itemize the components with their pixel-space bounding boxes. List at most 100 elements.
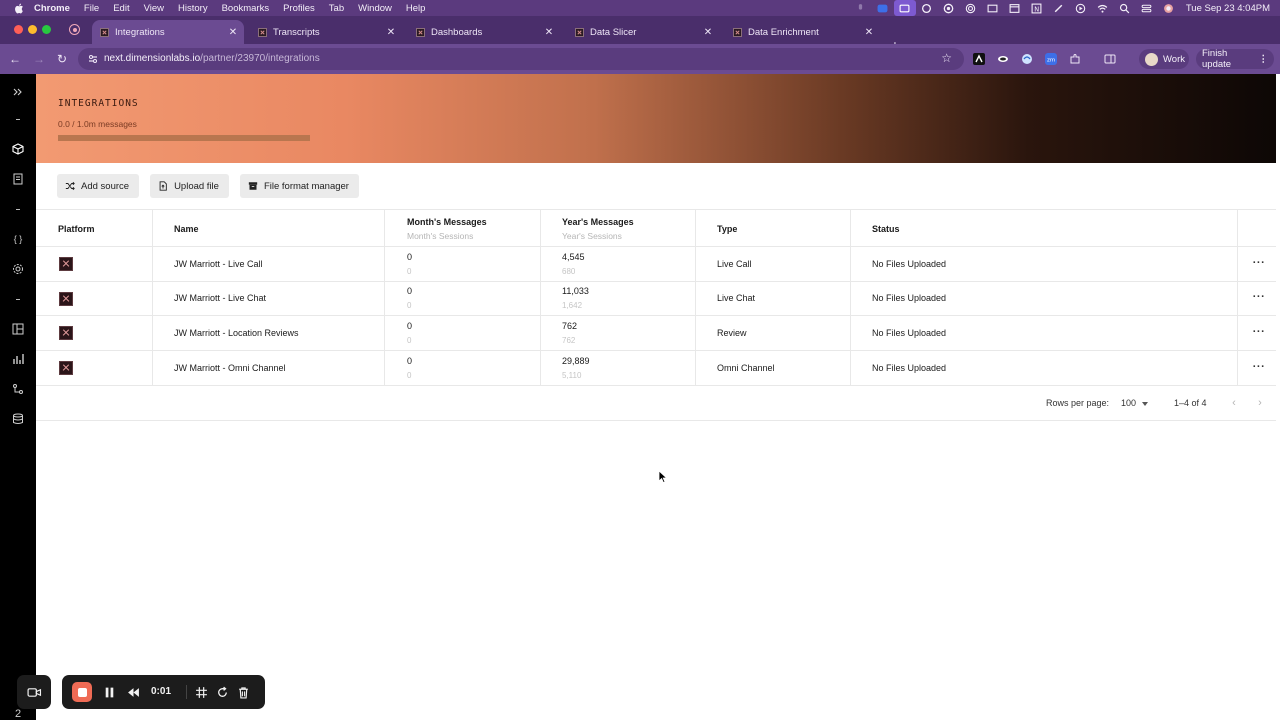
wifi-icon[interactable] [1092, 0, 1114, 16]
platform-logo-icon [59, 326, 73, 340]
address-bar[interactable]: next.dimensionlabs.io/partner/23970/inte… [78, 48, 964, 70]
year-messages-value: 762 [562, 321, 578, 331]
menubar-file[interactable]: File [84, 3, 99, 14]
reload-button[interactable]: ↻ [54, 51, 70, 67]
target-icon[interactable] [960, 0, 982, 16]
menubar-edit[interactable]: Edit [113, 3, 129, 14]
integration-name[interactable]: JW Marriott - Live Call [174, 259, 263, 269]
upload-file-button[interactable]: Upload file [150, 174, 229, 198]
column-header-month-messages[interactable]: Month's Messages [407, 217, 487, 227]
integrations-cube-icon[interactable] [10, 141, 26, 157]
file-format-manager-button[interactable]: File format manager [239, 174, 359, 198]
dimensionlabs-favicon-icon [416, 27, 425, 37]
star-icon[interactable]: ☆ [941, 51, 952, 65]
restart-icon[interactable] [214, 684, 230, 700]
pause-icon[interactable] [101, 684, 117, 700]
data-slicer-icon[interactable] [10, 381, 26, 397]
screen-recorder-toolbar: 0:01 [62, 675, 265, 709]
menubar-bookmarks[interactable]: Bookmarks [222, 3, 270, 14]
integration-name[interactable]: JW Marriott - Omni Channel [174, 363, 286, 373]
table-row[interactable]: JW Marriott - Live Chat 0 0 11,033 1,642… [36, 281, 1276, 316]
chevron-right-icon[interactable]: › [1254, 396, 1266, 410]
extensions-puzzle-icon[interactable] [1068, 52, 1082, 66]
row-more-icon[interactable]: ··· [1252, 327, 1266, 340]
profile-button[interactable]: Work [1139, 49, 1189, 69]
menubar-clock[interactable]: Tue Sep 23 4:04PM [1186, 3, 1270, 14]
control-center-icon[interactable] [1136, 0, 1158, 16]
apple-icon[interactable] [12, 0, 26, 16]
trash-icon[interactable] [235, 684, 251, 700]
window-minimize-button[interactable] [28, 25, 37, 34]
tab-close-icon[interactable]: ✕ [701, 27, 715, 38]
back-button[interactable]: ← [7, 51, 23, 67]
bar-chart-icon[interactable] [10, 351, 26, 367]
add-source-button[interactable]: Add source [57, 174, 140, 198]
search-icon[interactable] [1114, 0, 1136, 16]
table-row[interactable]: JW Marriott - Live Call 0 0 4,545 680 Li… [36, 246, 1276, 281]
menubar-tab[interactable]: Tab [329, 3, 344, 14]
dashboard-grid-icon[interactable] [10, 321, 26, 337]
tab-close-icon[interactable]: ✕ [542, 27, 556, 38]
screen-share-icon[interactable] [893, 0, 916, 16]
rewind-icon[interactable] [125, 684, 141, 700]
tab-dashboards[interactable]: Dashboards ✕ [408, 20, 560, 44]
tab-integrations[interactable]: Integrations ✕ [92, 20, 244, 44]
calendar-icon[interactable] [1004, 0, 1026, 16]
play-icon[interactable] [1070, 0, 1092, 16]
tab-close-icon[interactable]: ✕ [862, 27, 876, 38]
column-header-year-messages[interactable]: Year's Messages [562, 217, 634, 227]
extension-zoom-icon[interactable]: zm [1044, 52, 1058, 66]
year-messages-value: 29,889 [562, 356, 590, 366]
pen-icon[interactable] [1048, 0, 1070, 16]
tab-data-slicer[interactable]: Data Slicer ✕ [567, 20, 719, 44]
menubar-profiles[interactable]: Profiles [283, 3, 315, 14]
column-header-name[interactable]: Name [174, 224, 199, 234]
tab-close-icon[interactable]: ✕ [384, 27, 398, 38]
transcripts-icon[interactable] [10, 171, 26, 187]
zoom-icon[interactable] [872, 0, 894, 16]
window-zoom-button[interactable] [42, 25, 51, 34]
tab-data-enrichment[interactable]: Data Enrichment ✕ [725, 20, 880, 44]
row-more-icon[interactable]: ··· [1252, 292, 1266, 305]
extension-globe-icon[interactable] [1020, 52, 1034, 66]
menubar-history[interactable]: History [178, 3, 208, 14]
column-header-type[interactable]: Type [717, 224, 737, 234]
menubar-view[interactable]: View [144, 3, 164, 14]
extension-disc-icon[interactable] [996, 52, 1010, 66]
code-braces-icon[interactable]: { } [10, 231, 26, 247]
chevron-left-icon[interactable]: ‹ [1228, 396, 1240, 410]
row-more-icon[interactable]: ··· [1252, 362, 1266, 375]
expand-sidebar-icon[interactable] [10, 84, 26, 100]
tab-close-icon[interactable]: ✕ [226, 27, 240, 38]
sidebar-notification-count[interactable]: 2 [12, 708, 24, 720]
extension-a-icon[interactable] [972, 52, 986, 66]
column-header-platform[interactable]: Platform [58, 224, 95, 234]
tab-transcripts[interactable]: Transcripts ✕ [250, 20, 402, 44]
window-close-button[interactable] [14, 25, 23, 34]
stop-recording-button[interactable] [72, 682, 92, 702]
rows-per-page-select[interactable]: 100 [1121, 398, 1149, 408]
row-more-icon[interactable]: ··· [1252, 258, 1266, 271]
menubar-app-name[interactable]: Chrome [34, 3, 70, 14]
table-row[interactable]: JW Marriott - Omni Channel 0 0 29,889 5,… [36, 350, 1276, 385]
site-info-icon[interactable] [87, 53, 99, 65]
integration-name[interactable]: JW Marriott - Location Reviews [174, 328, 299, 338]
window-icon[interactable] [982, 0, 1004, 16]
column-header-status[interactable]: Status [872, 224, 900, 234]
forward-button[interactable]: → [31, 51, 47, 67]
table-row[interactable]: JW Marriott - Location Reviews 0 0 762 7… [36, 315, 1276, 350]
record-status-icon[interactable] [938, 0, 960, 16]
settings-gear-icon[interactable] [10, 261, 26, 277]
user-avatar-icon[interactable] [1158, 0, 1180, 16]
reading-mode-icon[interactable] [1103, 52, 1117, 66]
microphone-icon[interactable] [850, 0, 872, 16]
recorder-camera-button[interactable] [17, 675, 51, 709]
finish-update-button[interactable]: Finish update ⋮ [1196, 48, 1274, 70]
menubar-help[interactable]: Help [406, 3, 426, 14]
integration-name[interactable]: JW Marriott - Live Chat [174, 293, 266, 303]
database-icon[interactable] [10, 411, 26, 427]
notion-icon[interactable]: N [1026, 0, 1048, 16]
grid-icon[interactable] [193, 684, 209, 700]
menubar-window[interactable]: Window [358, 3, 392, 14]
cloud-icon[interactable] [916, 0, 938, 16]
